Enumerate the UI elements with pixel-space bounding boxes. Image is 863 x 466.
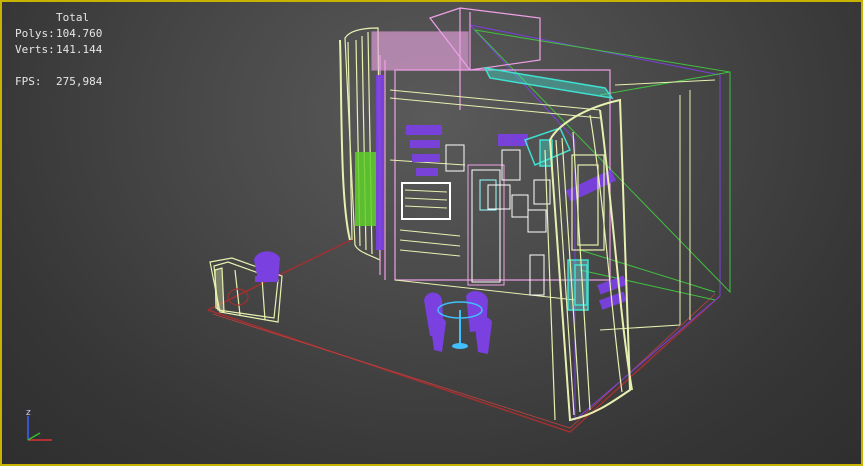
booth-wireframe-scene[interactable] — [0, 0, 863, 466]
verts-value: 141.144 — [56, 43, 103, 56]
meeting-table — [424, 291, 492, 354]
stats-total-header: Total — [56, 11, 90, 24]
perspective-viewport[interactable]: Total Polys: 104.760 Verts: 141.144 FPS:… — [0, 0, 863, 466]
axis-tripod-icon: z — [26, 408, 52, 441]
back-wall-frame — [468, 24, 731, 422]
fps-label: FPS: — [15, 75, 42, 88]
green-panel — [355, 152, 377, 226]
verts-label: Verts: — [15, 43, 55, 56]
counter-chair — [254, 251, 280, 282]
polys-label: Polys: — [15, 27, 55, 40]
floor-outline — [207, 237, 721, 433]
fps-value: 275,984 — [56, 75, 103, 88]
axis-z-label: z — [26, 408, 31, 418]
polys-value: 104.760 — [56, 27, 103, 40]
